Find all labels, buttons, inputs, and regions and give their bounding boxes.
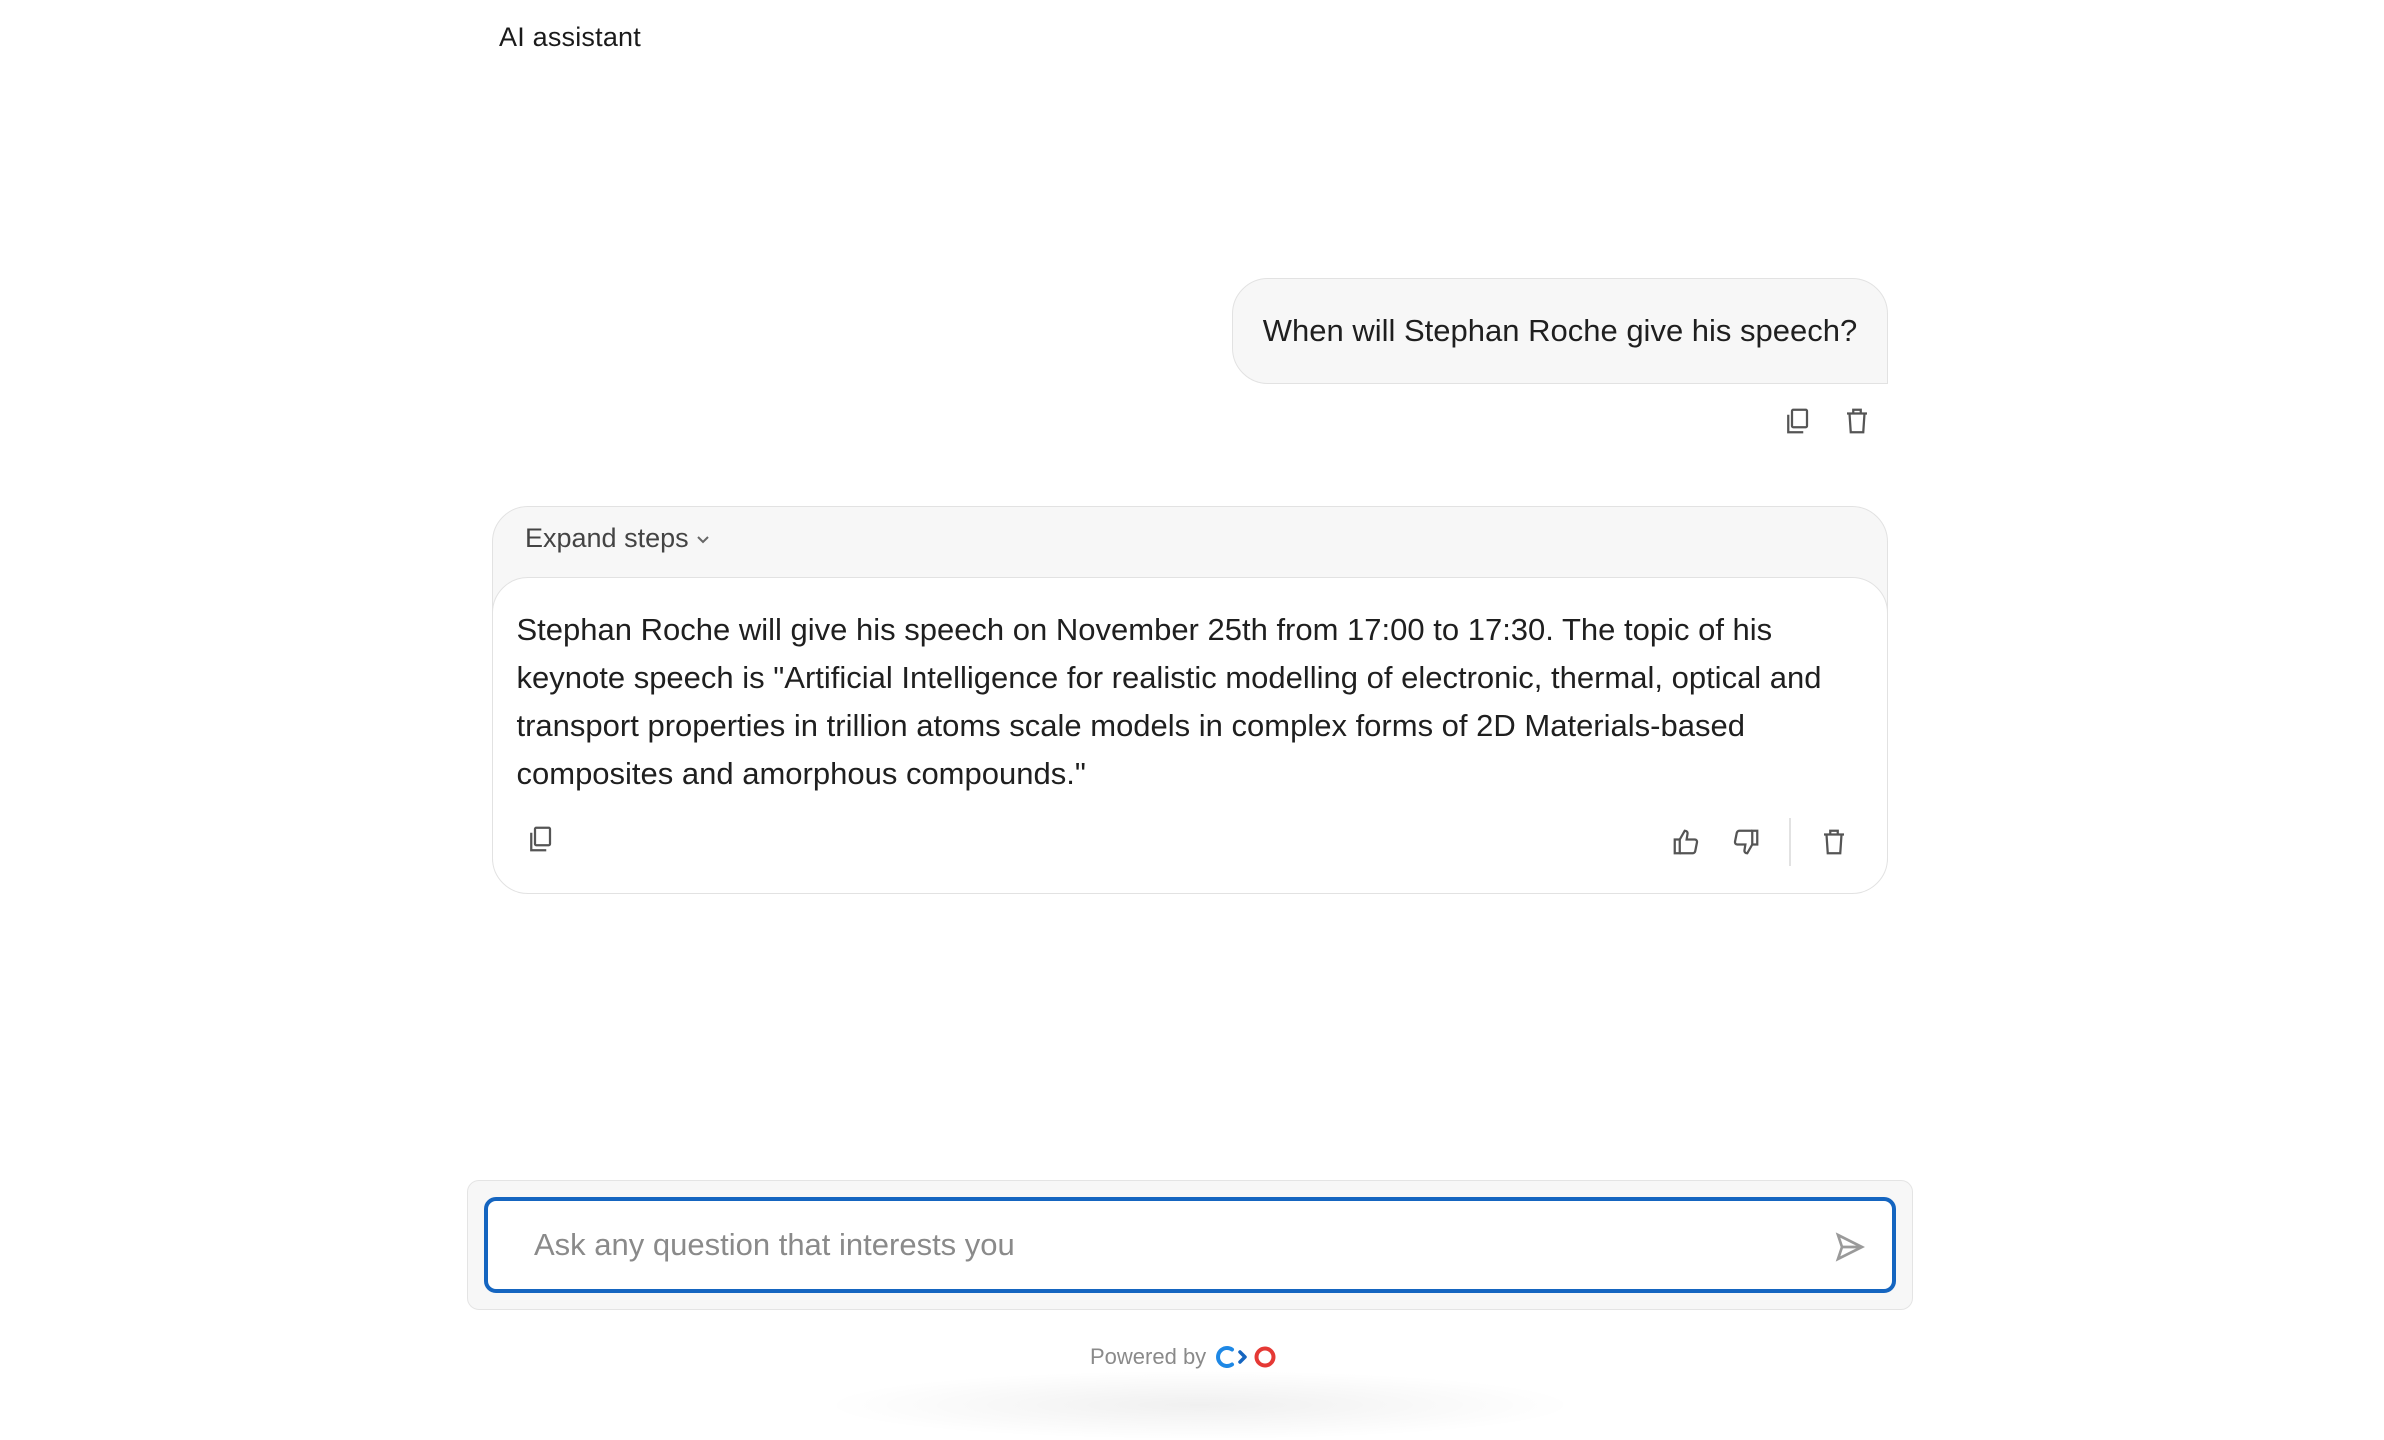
like-button[interactable] bbox=[1669, 825, 1703, 859]
message-composer bbox=[467, 1180, 1913, 1310]
thumbs-down-icon bbox=[1733, 829, 1758, 855]
expand-steps-label: Expand steps bbox=[525, 523, 689, 553]
bottom-glow bbox=[820, 1370, 1580, 1440]
powered-by: Powered by bbox=[1090, 1344, 1280, 1370]
brand-logo[interactable] bbox=[1216, 1344, 1280, 1370]
question-input[interactable] bbox=[484, 1197, 1896, 1293]
send-icon bbox=[1835, 1232, 1865, 1262]
actions-divider bbox=[1788, 818, 1791, 866]
trash-icon bbox=[1823, 829, 1844, 855]
user-message-text: When will Stephan Roche give his speech? bbox=[1262, 313, 1858, 348]
dislike-button[interactable] bbox=[1729, 825, 1763, 859]
app-title: AI assistant bbox=[499, 22, 641, 52]
send-button[interactable] bbox=[1830, 1227, 1870, 1267]
thumbs-up-icon bbox=[1673, 829, 1698, 855]
copy-icon bbox=[1787, 408, 1809, 434]
assistant-answer-panel: Stephan Roche will give his speech on No… bbox=[491, 577, 1888, 894]
delete-answer-button[interactable] bbox=[1817, 825, 1851, 859]
copy-answer-button[interactable] bbox=[523, 822, 557, 856]
user-message-actions bbox=[1780, 404, 1874, 438]
delete-user-message-button[interactable] bbox=[1840, 404, 1874, 438]
chevron-down-icon bbox=[696, 535, 709, 543]
user-message-bubble: When will Stephan Roche give his speech? bbox=[1232, 278, 1888, 384]
copy-icon bbox=[529, 826, 551, 852]
trash-icon bbox=[1847, 408, 1867, 434]
answer-feedback-actions bbox=[1669, 818, 1851, 866]
assistant-message-card: Expand steps Stephan Roche will give his… bbox=[491, 506, 1888, 894]
powered-by-label: Powered by bbox=[1090, 1344, 1207, 1369]
assistant-answer-text: Stephan Roche will give his speech on No… bbox=[516, 612, 1822, 791]
copy-user-message-button[interactable] bbox=[1780, 404, 1814, 438]
expand-steps-toggle[interactable]: Expand steps bbox=[525, 523, 711, 554]
